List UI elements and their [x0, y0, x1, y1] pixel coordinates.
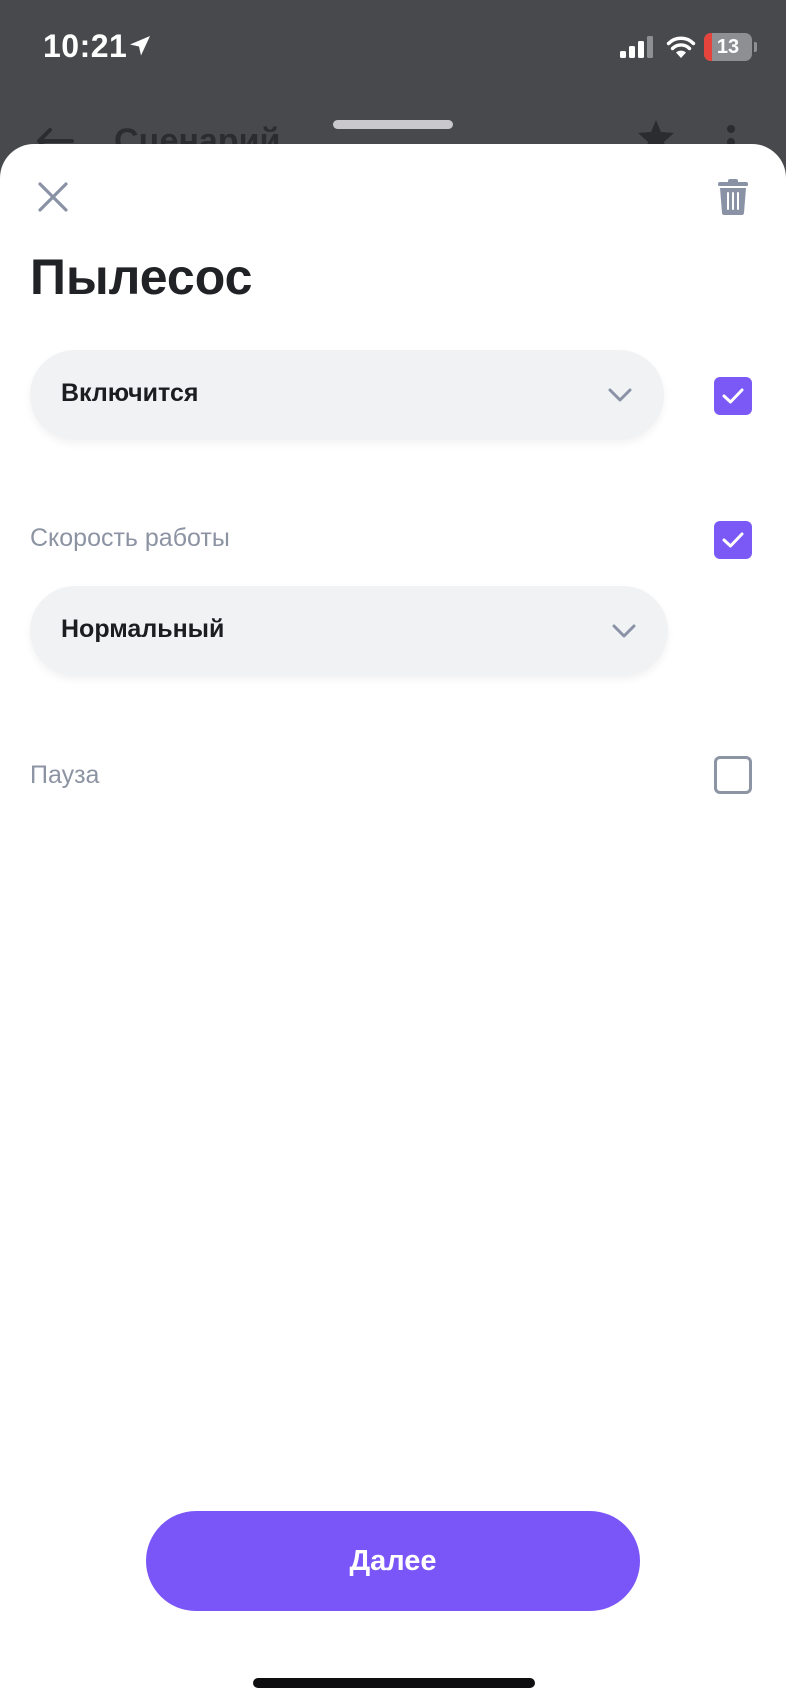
action-checkbox[interactable]	[714, 377, 752, 415]
cellular-signal-icon	[620, 36, 653, 58]
close-icon	[38, 182, 68, 212]
speed-checkbox[interactable]	[714, 521, 752, 559]
wifi-icon	[666, 36, 696, 58]
battery-icon: 13	[704, 33, 752, 61]
chevron-down-icon	[608, 388, 632, 402]
checkmark-icon	[722, 532, 744, 548]
speed-label: Скорость работы	[30, 524, 230, 552]
home-indicator	[253, 1678, 535, 1688]
close-button[interactable]	[30, 174, 76, 220]
location-arrow-icon	[130, 36, 150, 56]
battery-level: 13	[716, 36, 740, 58]
speed-select-value: Нормальный	[61, 615, 225, 643]
chevron-down-icon	[612, 624, 636, 638]
trash-icon	[718, 179, 748, 215]
checkmark-icon	[722, 388, 744, 404]
screen: 10:21 13 Сценарий Пылесос Включится Скор…	[0, 0, 786, 1704]
action-select[interactable]: Включится	[30, 350, 664, 440]
sheet-grabber[interactable]	[333, 120, 453, 129]
bottom-sheet: Пылесос Включится Скорость работы Нормал…	[0, 144, 786, 1704]
action-select-value: Включится	[61, 379, 199, 407]
next-button[interactable]: Далее	[146, 1511, 640, 1611]
delete-button[interactable]	[712, 174, 754, 220]
battery-tip	[754, 42, 757, 52]
status-time: 10:21	[43, 28, 128, 64]
pause-label: Пауза	[30, 761, 100, 789]
speed-select[interactable]: Нормальный	[30, 586, 668, 676]
pause-checkbox[interactable]	[714, 756, 752, 794]
page-title: Пылесос	[30, 249, 253, 305]
status-bar: 10:21 13	[0, 0, 786, 96]
next-button-label: Далее	[349, 1544, 437, 1577]
